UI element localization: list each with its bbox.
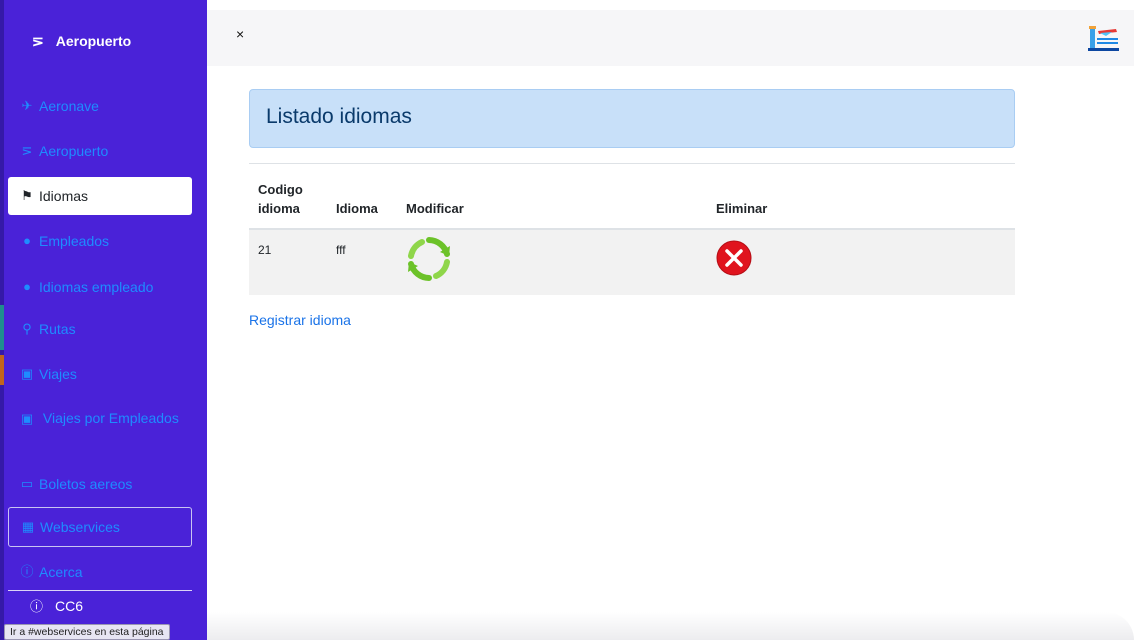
bottom-shade (207, 612, 1134, 640)
cell-codigo: 21 (249, 228, 327, 295)
sidebar-item-label: Aeronave (39, 98, 99, 114)
topbar: × (207, 10, 1134, 66)
grid-icon: ▦ (21, 519, 35, 534)
brand[interactable]: ⋝ Aeropuerto (10, 10, 197, 72)
user-circle-icon: ● (23, 233, 31, 248)
column-header-idioma: Idioma (327, 163, 397, 230)
sidebar-item-label: Idiomas (39, 188, 89, 204)
sidebar-item-acerca[interactable]: ⓘ Acerca (8, 562, 192, 582)
sidebar-item-label: Viajes por Empleados (42, 410, 179, 426)
table-header-row: Codigo idioma Idioma Modificar Eliminar (249, 163, 1015, 230)
link-status-bar: Ir a #webservices en esta página (4, 624, 170, 640)
column-header-codigo: Codigo idioma (249, 163, 327, 230)
map-marker-icon: ⚲ (22, 321, 32, 336)
sidebar-item-aeropuerto[interactable]: ⋝ Aeropuerto (8, 141, 192, 161)
user-circle-icon: ● (23, 279, 31, 294)
money-icon: ▭ (20, 476, 34, 491)
plane-icon: ✈ (21, 98, 33, 113)
sidebar-item-viajes[interactable]: ▣ Viajes (8, 364, 192, 384)
sidebar-item-label: Aeropuerto (39, 143, 109, 159)
refresh-icon[interactable] (406, 236, 452, 282)
departure-icon: ⋝ (32, 32, 44, 49)
sidebar-item-label: Boletos aereos (39, 476, 133, 492)
departure-icon: ⋝ (21, 143, 33, 158)
info-icon: ⓘ (20, 564, 34, 579)
sidebar-item-aeronave[interactable]: ✈ Aeronave (8, 96, 192, 116)
sidebar-item-label: Rutas (39, 321, 76, 337)
page-header: Listado idiomas (249, 89, 1015, 148)
sidebar-item-webservices[interactable]: ▦ Webservices (8, 507, 192, 547)
sidebar-item-label: Viajes (39, 366, 77, 382)
airport-logo-icon[interactable] (1086, 23, 1120, 53)
info-icon: ⓘ (30, 599, 44, 614)
column-header-eliminar: Eliminar (707, 163, 1015, 230)
sidebar-item-label: Webservices (40, 519, 120, 535)
close-sidebar-button[interactable]: × (236, 26, 244, 42)
brand-title: Aeropuerto (55, 33, 132, 49)
languages-table: Codigo idioma Idioma Modificar Eliminar … (249, 163, 1015, 295)
cell-eliminar (707, 228, 1015, 295)
sidebar-item-cc6[interactable]: ⓘ CC6 (30, 596, 83, 615)
sidebar-item-idiomas-empleado[interactable]: ● Idiomas empleado (8, 277, 192, 297)
edge-mark (0, 305, 4, 350)
sidebar-item-empleados[interactable]: ● Empleados (8, 231, 192, 251)
cell-modificar (397, 228, 707, 295)
sidebar-item-viajes-por-empleados[interactable]: ▣ Viajes por Empleados (8, 408, 192, 429)
sidebar-divider (8, 590, 192, 591)
sidebar-item-label: Empleados (39, 233, 110, 249)
sidebar: ⋝ Aeropuerto ✈ Aeronave ⋝ Aeropuerto ⚑ I… (0, 0, 207, 640)
sidebar-item-label: CC6 (55, 597, 84, 614)
sidebar-item-rutas[interactable]: ⚲ Rutas (8, 319, 192, 339)
flag-icon: ⚑ (21, 188, 33, 203)
cell-idioma: fff (327, 228, 397, 295)
register-language-link[interactable]: Registrar idioma (249, 312, 351, 328)
edge-mark (0, 355, 4, 385)
table-row: 21 fff (249, 228, 1015, 295)
sidebar-item-idiomas[interactable]: ⚑ Idiomas (8, 177, 192, 215)
sidebar-item-label: Idiomas empleado (39, 279, 154, 295)
sidebar-item-label: Acerca (39, 564, 83, 580)
suitcase-icon: ▣ (20, 411, 34, 426)
page-title: Listado idiomas (266, 105, 412, 128)
suitcase-icon: ▣ (20, 366, 34, 381)
column-header-modificar: Modificar (397, 163, 707, 230)
delete-icon[interactable] (716, 240, 752, 276)
sidebar-item-boletos-aereos[interactable]: ▭ Boletos aereos (8, 474, 192, 494)
